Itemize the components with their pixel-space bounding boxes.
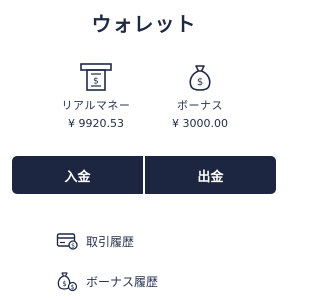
svg-text:$: $ [71, 243, 75, 250]
bonus-label: ボーナス [177, 99, 223, 112]
withdraw-button[interactable]: 出金 [145, 156, 276, 194]
money-bags-icon: $ $ [56, 270, 78, 292]
page-title: ウォレット [91, 12, 197, 36]
credit-card-icon: $ [56, 230, 78, 252]
menu-item-transaction-history[interactable]: $ 取引履歴 [56, 228, 134, 254]
menu-item-label: ボーナス履歴 [86, 274, 159, 289]
deposit-button[interactable]: 入金 [12, 156, 143, 194]
svg-text:$: $ [197, 77, 203, 88]
real-money-value: ¥ 9920.53 [68, 117, 124, 130]
real-money-balance: $ リアルマネー ¥ 9920.53 [36, 62, 156, 130]
bonus-value: ¥ 3000.00 [172, 117, 228, 130]
svg-text:$: $ [71, 284, 75, 291]
menu-item-label: 取引履歴 [86, 234, 135, 249]
svg-text:$: $ [62, 280, 66, 288]
svg-text:$: $ [93, 77, 99, 87]
real-money-label: リアルマネー [61, 99, 131, 112]
money-bag-icon: $ [189, 65, 211, 91]
atm-dollar-icon: $ [80, 63, 112, 91]
menu-item-bonus-history[interactable]: $ $ ボーナス履歴 [56, 268, 158, 294]
bonus-balance: $ ボーナス ¥ 3000.00 [140, 62, 260, 130]
